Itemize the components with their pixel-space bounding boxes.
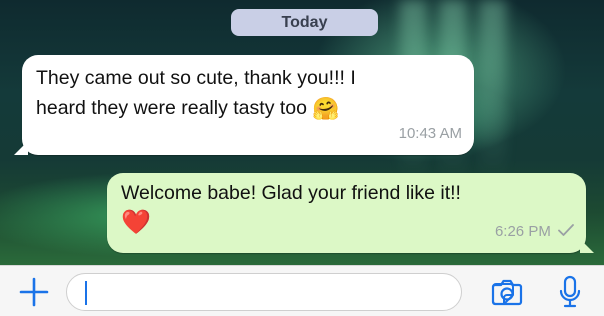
hugging-face-emoji: 🤗 [312, 95, 340, 121]
message-input[interactable] [66, 273, 514, 311]
camera-icon[interactable] [491, 278, 523, 306]
bubble-tail [580, 239, 594, 253]
message-composer [0, 265, 604, 316]
aurora-decoration [480, 0, 506, 180]
chat-background: Today They came out so cute, thank you!!… [0, 0, 604, 265]
date-separator: Today [231, 9, 378, 36]
message-text-line: They came out so cute, thank you!!! I [36, 67, 356, 89]
microphone-icon[interactable] [558, 275, 582, 309]
message-text-line: heard they were really tasty too 🤗 [36, 95, 340, 121]
message-timestamp: 10:43 AM [398, 125, 462, 142]
text-cursor [85, 281, 87, 305]
message-meta: 6:26 PM [495, 217, 574, 247]
message-text-line: Welcome babe! Glad your friend like it!! [121, 182, 461, 204]
message-timestamp: 6:26 PM [494, 223, 551, 240]
plus-icon[interactable] [18, 276, 50, 308]
bubble-tail [14, 141, 28, 155]
check-icon [558, 217, 574, 247]
incoming-message[interactable]: They came out so cute, thank you!!! I he… [14, 55, 474, 155]
outgoing-message[interactable]: Welcome babe! Glad your friend like it!!… [107, 173, 594, 253]
